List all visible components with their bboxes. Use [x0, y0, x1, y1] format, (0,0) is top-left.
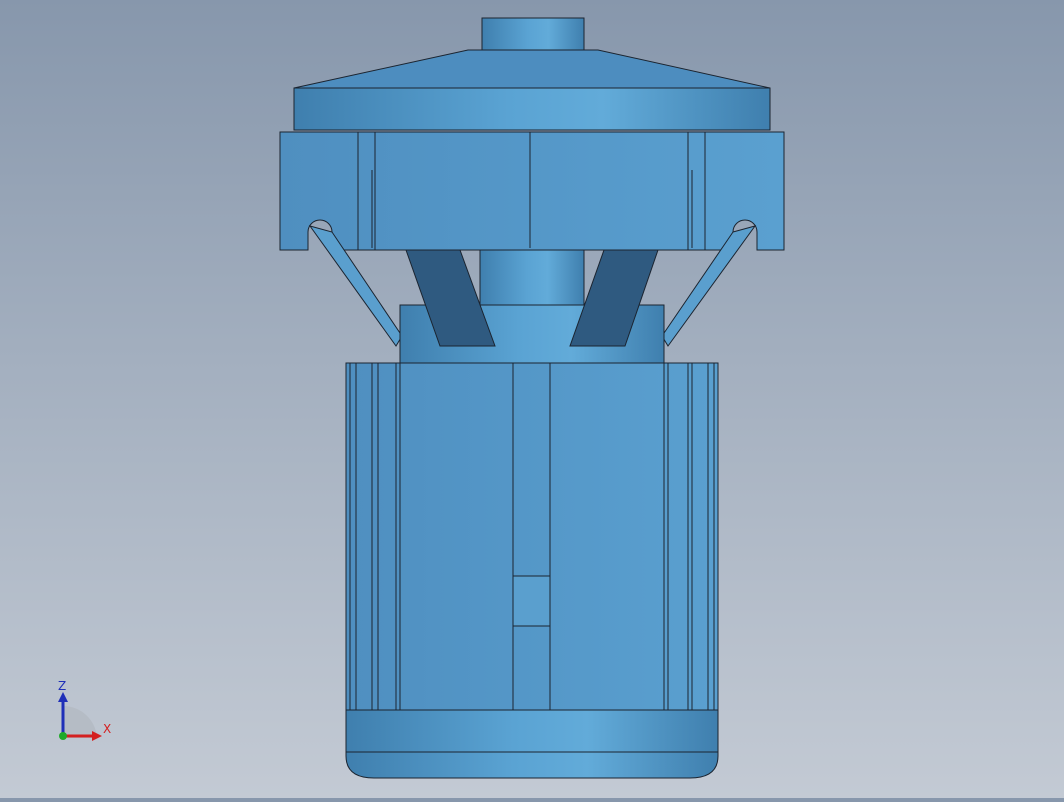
shaft-cap [481, 17, 585, 51]
terminal-box [512, 575, 551, 627]
fan-cover-band [293, 87, 771, 131]
orientation-triad [58, 692, 102, 741]
mounting-ring [279, 131, 785, 251]
cad-viewport[interactable]: Z X [0, 0, 1064, 798]
fan-cover-cone [293, 49, 771, 89]
z-axis-label: Z [58, 679, 66, 693]
motor-shaft [479, 249, 585, 307]
motor-end-shield [345, 709, 719, 779]
x-axis-label: X [103, 722, 111, 736]
model-canvas[interactable]: Z X [0, 0, 1064, 798]
motor-body [345, 362, 719, 711]
